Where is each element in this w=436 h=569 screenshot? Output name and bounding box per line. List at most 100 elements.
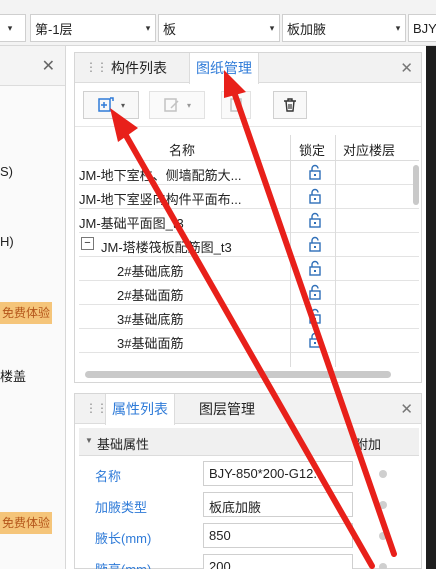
table-row[interactable]: 2#基础面筋 bbox=[79, 281, 419, 305]
panel-tabs: ⋮⋮ 属性列表 图层管理 ✕ bbox=[75, 394, 421, 425]
property-label: 名称 bbox=[95, 469, 122, 484]
drag-handle-icon[interactable]: ⋮⋮ bbox=[85, 401, 108, 415]
table-row[interactable]: JM-基础平面图_t3 bbox=[79, 209, 419, 233]
section-title: 基础属性 bbox=[97, 437, 150, 452]
add-drawing-icon bbox=[98, 97, 114, 112]
property-value-field[interactable]: 200 bbox=[203, 554, 353, 569]
drawing-name: JM-地下室竖向构件平面布... bbox=[79, 192, 242, 207]
extra-radio[interactable] bbox=[379, 532, 387, 540]
collapse-toggle-icon[interactable]: − bbox=[81, 237, 94, 250]
column-floor: 对应楼层 bbox=[343, 143, 396, 158]
left-panel-text-1: S) bbox=[0, 164, 13, 179]
lock-icon[interactable] bbox=[295, 188, 335, 207]
drawing-toolbar: ▾ ▾ bbox=[75, 83, 421, 127]
collapse-triangle-icon[interactable]: ▼ bbox=[85, 436, 93, 445]
property-row: 腋高(mm) 200 bbox=[79, 551, 419, 569]
drawing-name: 3#基础底筋 bbox=[117, 312, 184, 327]
drawing-name: 3#基础面筋 bbox=[117, 336, 184, 351]
column-name: 名称 bbox=[169, 143, 196, 158]
section-basic-properties[interactable]: ▼ 基础属性 附加 bbox=[79, 428, 419, 456]
free-trial-badge[interactable]: 免费体验 bbox=[0, 302, 53, 324]
drawing-name: JM-地下室柱、侧墙配筋大... bbox=[79, 168, 242, 183]
edit-drawing-icon bbox=[164, 98, 179, 112]
property-label: 加腋类型 bbox=[95, 500, 148, 515]
top-toolbar: ▾ 第-1层 ▾ 板 ▾ 板加腋 ▾ BJY bbox=[0, 0, 436, 46]
table-row[interactable]: JM-地下室柱、侧墙配筋大... bbox=[79, 161, 419, 185]
close-icon[interactable]: ✕ bbox=[42, 56, 55, 76]
delete-drawing-button[interactable] bbox=[273, 91, 307, 119]
tab-component-list[interactable]: 构件列表 bbox=[105, 53, 173, 83]
chevron-down-icon: ▾ bbox=[395, 22, 401, 33]
add-drawing-button[interactable]: ▾ bbox=[83, 91, 139, 119]
table-row[interactable]: JM-地下室竖向构件平面布... bbox=[79, 185, 419, 209]
canvas-edge bbox=[426, 46, 436, 569]
close-icon[interactable]: ✕ bbox=[400, 59, 413, 77]
property-value-field[interactable]: 850 bbox=[203, 523, 353, 548]
left-panel-text-2: H) bbox=[0, 234, 14, 249]
lock-icon[interactable] bbox=[295, 308, 335, 327]
drawing-management-panel: ⋮⋮ 构件列表 图纸管理 ✕ ▾ ▾ 名称 锁定 对应楼层 JM-地下室柱、侧墙… bbox=[74, 52, 422, 383]
element-dropdown[interactable]: BJY bbox=[408, 14, 436, 42]
drawing-name: 2#基础面筋 bbox=[117, 288, 184, 303]
close-icon[interactable]: ✕ bbox=[400, 400, 413, 418]
edit-drawing-button[interactable]: ▾ bbox=[149, 91, 205, 119]
property-row: 名称 BJY-850*200-G12... bbox=[79, 458, 419, 490]
column-extra: 附加 bbox=[355, 437, 382, 452]
lock-icon[interactable] bbox=[295, 164, 335, 183]
floor-dropdown[interactable]: 第-1层 ▾ bbox=[30, 14, 156, 42]
properties-panel: ⋮⋮ 属性列表 图层管理 ✕ ▼ 基础属性 附加 名称 BJY-850*200-G… bbox=[74, 393, 422, 569]
extra-radio[interactable] bbox=[379, 563, 387, 569]
property-value-field[interactable]: 板底加腋 bbox=[203, 492, 353, 517]
free-trial-badge-label: 免费体验 bbox=[2, 306, 51, 320]
chevron-down-icon: ▾ bbox=[120, 100, 125, 110]
component-dropdown-value: 板加腋 bbox=[287, 21, 327, 37]
floor-dropdown-value: 第-1层 bbox=[35, 21, 73, 37]
property-label: 腋长(mm) bbox=[95, 531, 152, 546]
column-divider bbox=[290, 135, 291, 367]
category-dropdown-value: 板 bbox=[163, 21, 177, 37]
property-label: 腋高(mm) bbox=[95, 559, 151, 569]
property-row: 腋长(mm) 850 bbox=[79, 520, 419, 552]
component-dropdown[interactable]: 板加腋 ▾ bbox=[282, 14, 406, 42]
left-panel-text-3: 楼盖 bbox=[0, 369, 27, 384]
drawing-table: 名称 锁定 对应楼层 JM-地下室柱、侧墙配筋大... JM-地下室竖向构件平面布… bbox=[79, 135, 419, 353]
drag-handle-icon[interactable]: ⋮⋮ bbox=[85, 60, 108, 74]
property-value-field[interactable]: BJY-850*200-G12... bbox=[203, 461, 353, 486]
tab-property-list[interactable]: 属性列表 bbox=[105, 394, 175, 425]
table-header: 名称 锁定 对应楼层 bbox=[79, 135, 419, 161]
property-row: 加腋类型 板底加腋 bbox=[79, 489, 419, 521]
tab-drawing-management[interactable]: 图纸管理 bbox=[189, 53, 259, 84]
free-trial-badge[interactable]: 免费体验 bbox=[0, 512, 53, 534]
lock-icon[interactable] bbox=[295, 284, 335, 303]
partial-dropdown[interactable]: ▾ bbox=[0, 14, 26, 42]
chevron-down-icon: ▾ bbox=[145, 22, 151, 33]
table-row[interactable]: 2#基础底筋 bbox=[79, 257, 419, 281]
copy-drawing-button[interactable] bbox=[221, 91, 251, 119]
left-panel: ✕ S) H) 免费体验 楼盖 免费体验 bbox=[0, 46, 66, 569]
column-divider bbox=[335, 135, 336, 367]
tab-layer-management[interactable]: 图层管理 bbox=[193, 394, 261, 424]
lock-icon[interactable] bbox=[295, 260, 335, 279]
lock-icon[interactable] bbox=[295, 212, 335, 231]
chevron-down-icon: ▾ bbox=[269, 22, 275, 33]
table-row[interactable]: 3#基础面筋 bbox=[79, 329, 419, 353]
lock-icon[interactable] bbox=[295, 332, 335, 351]
column-lock: 锁定 bbox=[299, 143, 326, 158]
copy-icon bbox=[230, 98, 242, 112]
extra-radio[interactable] bbox=[379, 470, 387, 478]
trash-icon bbox=[284, 98, 296, 112]
table-row[interactable]: 3#基础底筋 bbox=[79, 305, 419, 329]
panel-tabs: ⋮⋮ 构件列表 图纸管理 ✕ bbox=[75, 53, 421, 84]
table-row[interactable]: − JM-塔楼筏板配筋图_t3 bbox=[79, 233, 419, 257]
chevron-down-icon: ▾ bbox=[7, 22, 13, 33]
drawing-name: 2#基础底筋 bbox=[117, 264, 184, 279]
horizontal-scrollbar[interactable] bbox=[85, 371, 391, 378]
lock-icon[interactable] bbox=[295, 236, 335, 255]
chevron-down-icon: ▾ bbox=[186, 100, 191, 110]
drawing-name: JM-基础平面图_t3 bbox=[79, 216, 184, 231]
category-dropdown[interactable]: 板 ▾ bbox=[158, 14, 280, 42]
vertical-scrollbar[interactable] bbox=[413, 165, 419, 205]
element-dropdown-value: BJY bbox=[413, 20, 436, 36]
free-trial-badge-label: 免费体验 bbox=[2, 516, 51, 530]
extra-radio[interactable] bbox=[379, 501, 387, 509]
